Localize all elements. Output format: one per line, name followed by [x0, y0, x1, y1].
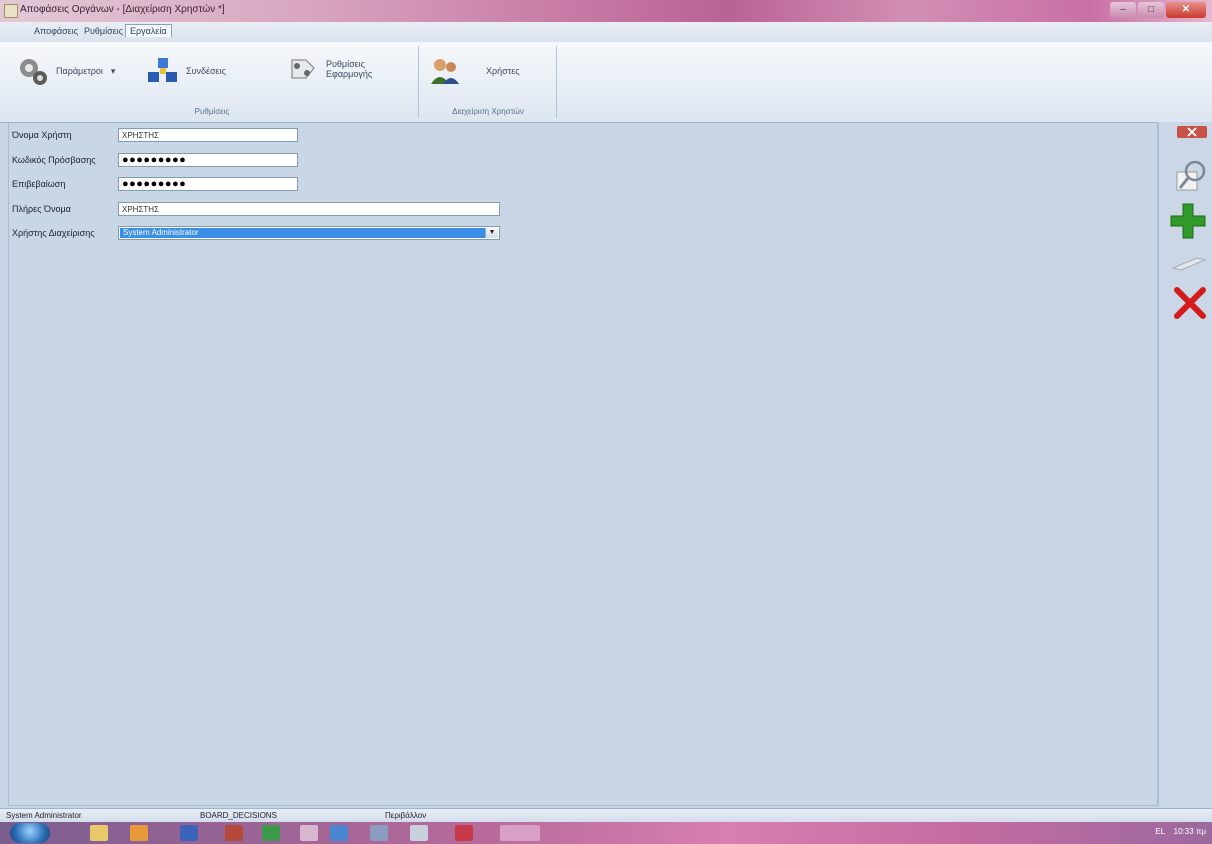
fullname-label: Πλήρες Όνομα: [12, 204, 71, 214]
right-toolbar: [1158, 122, 1212, 806]
settings-wrench-icon: [291, 59, 315, 79]
taskbar: EL 10:33 πμ: [0, 822, 1212, 844]
settings-group-caption: Ρυθμίσεις: [194, 107, 230, 116]
status-bar: System Administrator BOARD_DECISIONS Περ…: [0, 808, 1212, 823]
close-button[interactable]: ✕: [1166, 2, 1206, 18]
gears-icon: [20, 59, 47, 85]
admin-user-label: Χρήστης Διαχείρισης: [12, 228, 95, 238]
confirm-password-label: Επιβεβαίωση: [12, 179, 66, 189]
tray-language[interactable]: EL: [1155, 827, 1165, 836]
status-database: BOARD_DECISIONS: [200, 811, 277, 820]
ribbon-group-users: Χρήστες Διαχείριση Χρηστών: [420, 46, 557, 118]
start-button[interactable]: [10, 823, 50, 843]
connection-icon: [148, 58, 177, 82]
title-bar: Αποφάσεις Οργάνων - [Διαχείριση Χρηστών …: [0, 0, 1212, 22]
tab-tools[interactable]: Εργαλεία: [125, 24, 172, 37]
outlook-taskbar-icon[interactable]: [330, 825, 348, 841]
users-button[interactable]: Χρήστες: [428, 54, 520, 88]
active-window-taskbar-icon[interactable]: [500, 825, 540, 841]
tab-settings[interactable]: Ρυθμίσεις: [80, 25, 127, 37]
app-settings-label-line2: Εφαρμογής: [326, 69, 373, 79]
tab-decisions[interactable]: Αποφάσεις: [30, 25, 82, 37]
users-group-caption: Διαχείριση Χρηστών: [452, 107, 524, 116]
status-user: System Administrator: [6, 811, 82, 820]
explorer-taskbar-icon[interactable]: [90, 825, 108, 841]
edit-icon[interactable]: [1171, 252, 1207, 272]
access-taskbar-icon[interactable]: [455, 825, 473, 841]
app-taskbar-icon[interactable]: [225, 825, 243, 841]
parameters-label: Παράμετροι: [56, 66, 103, 76]
confirm-password-input[interactable]: ●●●●●●●●●: [118, 177, 298, 191]
username-input[interactable]: ΧΡΗΣΤΗΣ: [118, 128, 298, 142]
status-section: Περιβάλλον: [385, 811, 427, 820]
app-settings-button[interactable]: Ρυθμίσεις Εφαρμογής: [286, 52, 372, 86]
ribbon-group-settings: Παράμετροι ▾ Συνδέσεις Ρυθμίσεις Εφαρμογ…: [6, 46, 419, 118]
parameters-button[interactable]: Παράμετροι ▾: [16, 54, 115, 88]
maximize-button[interactable]: □: [1138, 2, 1164, 18]
delete-icon[interactable]: [1173, 286, 1207, 320]
admin-user-select[interactable]: System Administrator ▼: [118, 226, 500, 240]
users-label: Χρήστες: [486, 66, 520, 76]
minimize-button[interactable]: –: [1110, 2, 1136, 18]
tray-clock[interactable]: 10:33 πμ: [1174, 827, 1206, 836]
excel-taskbar-icon[interactable]: [262, 825, 280, 841]
password-input[interactable]: ●●●●●●●●●: [118, 153, 298, 167]
fullname-input[interactable]: ΧΡΗΣΤΗΣ: [118, 202, 500, 216]
connections-label: Συνδέσεις: [186, 66, 226, 76]
app-settings-label-line1: Ρυθμίσεις: [326, 59, 366, 69]
password-label: Κωδικός Πρόσβασης: [12, 155, 96, 165]
main-pane: [8, 122, 1158, 806]
menu-bar: Αποφάσεις Ρυθμίσεις Εργαλεία: [0, 22, 1212, 42]
system-tray: EL 10:33 πμ: [1155, 827, 1206, 836]
users-icon: [431, 59, 459, 84]
chevron-down-icon[interactable]: ▾: [111, 66, 116, 76]
window-title: Αποφάσεις Οργάνων - [Διαχείριση Χρηστών …: [20, 4, 225, 15]
search-icon[interactable]: [1175, 158, 1209, 194]
ie-taskbar-icon[interactable]: [300, 825, 318, 841]
app-settings-label: Ρυθμίσεις Εφαρμογής: [326, 59, 372, 79]
chevron-down-icon[interactable]: ▼: [485, 228, 498, 238]
window-close-icon[interactable]: [1177, 126, 1207, 138]
add-icon[interactable]: [1169, 202, 1207, 240]
username-label: Όνομα Χρήστη: [12, 130, 72, 140]
app-icon: [4, 4, 18, 18]
media-taskbar-icon[interactable]: [130, 825, 148, 841]
network-taskbar-icon[interactable]: [370, 825, 388, 841]
connections-button[interactable]: Συνδέσεις: [146, 54, 226, 88]
window-taskbar-icon[interactable]: [410, 825, 428, 841]
admin-user-selected-value: System Administrator: [120, 228, 485, 238]
ribbon: Παράμετροι ▾ Συνδέσεις Ρυθμίσεις Εφαρμογ…: [0, 42, 1212, 123]
window-controls: – □ ✕: [1110, 2, 1206, 18]
word-taskbar-icon[interactable]: [180, 825, 198, 841]
